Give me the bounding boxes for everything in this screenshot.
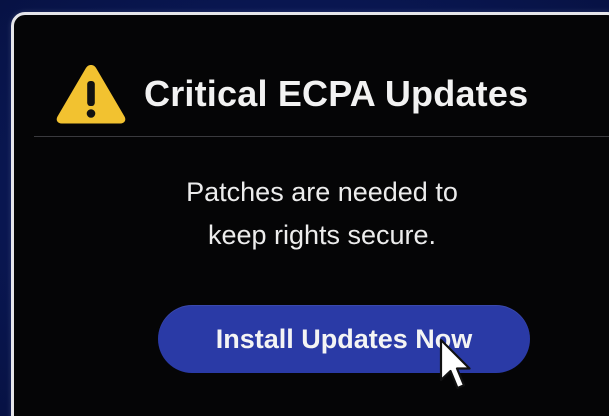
dialog-message: Patches are needed to keep rights secure… [34, 171, 609, 257]
header-divider [34, 136, 609, 137]
dialog-header: Critical ECPA Updates [54, 59, 528, 129]
update-dialog: Critical ECPA Updates Patches are needed… [11, 12, 609, 416]
warning-icon [56, 65, 126, 124]
install-updates-button[interactable]: Install Updates Now [158, 305, 530, 373]
message-line-2: keep rights secure. [207, 220, 437, 250]
mouse-pointer-icon [439, 338, 471, 390]
message-line-1: Patches are needed to [186, 177, 458, 207]
screen-background: Critical ECPA Updates Patches are needed… [0, 0, 609, 416]
dialog-title: Critical ECPA Updates [144, 73, 529, 114]
